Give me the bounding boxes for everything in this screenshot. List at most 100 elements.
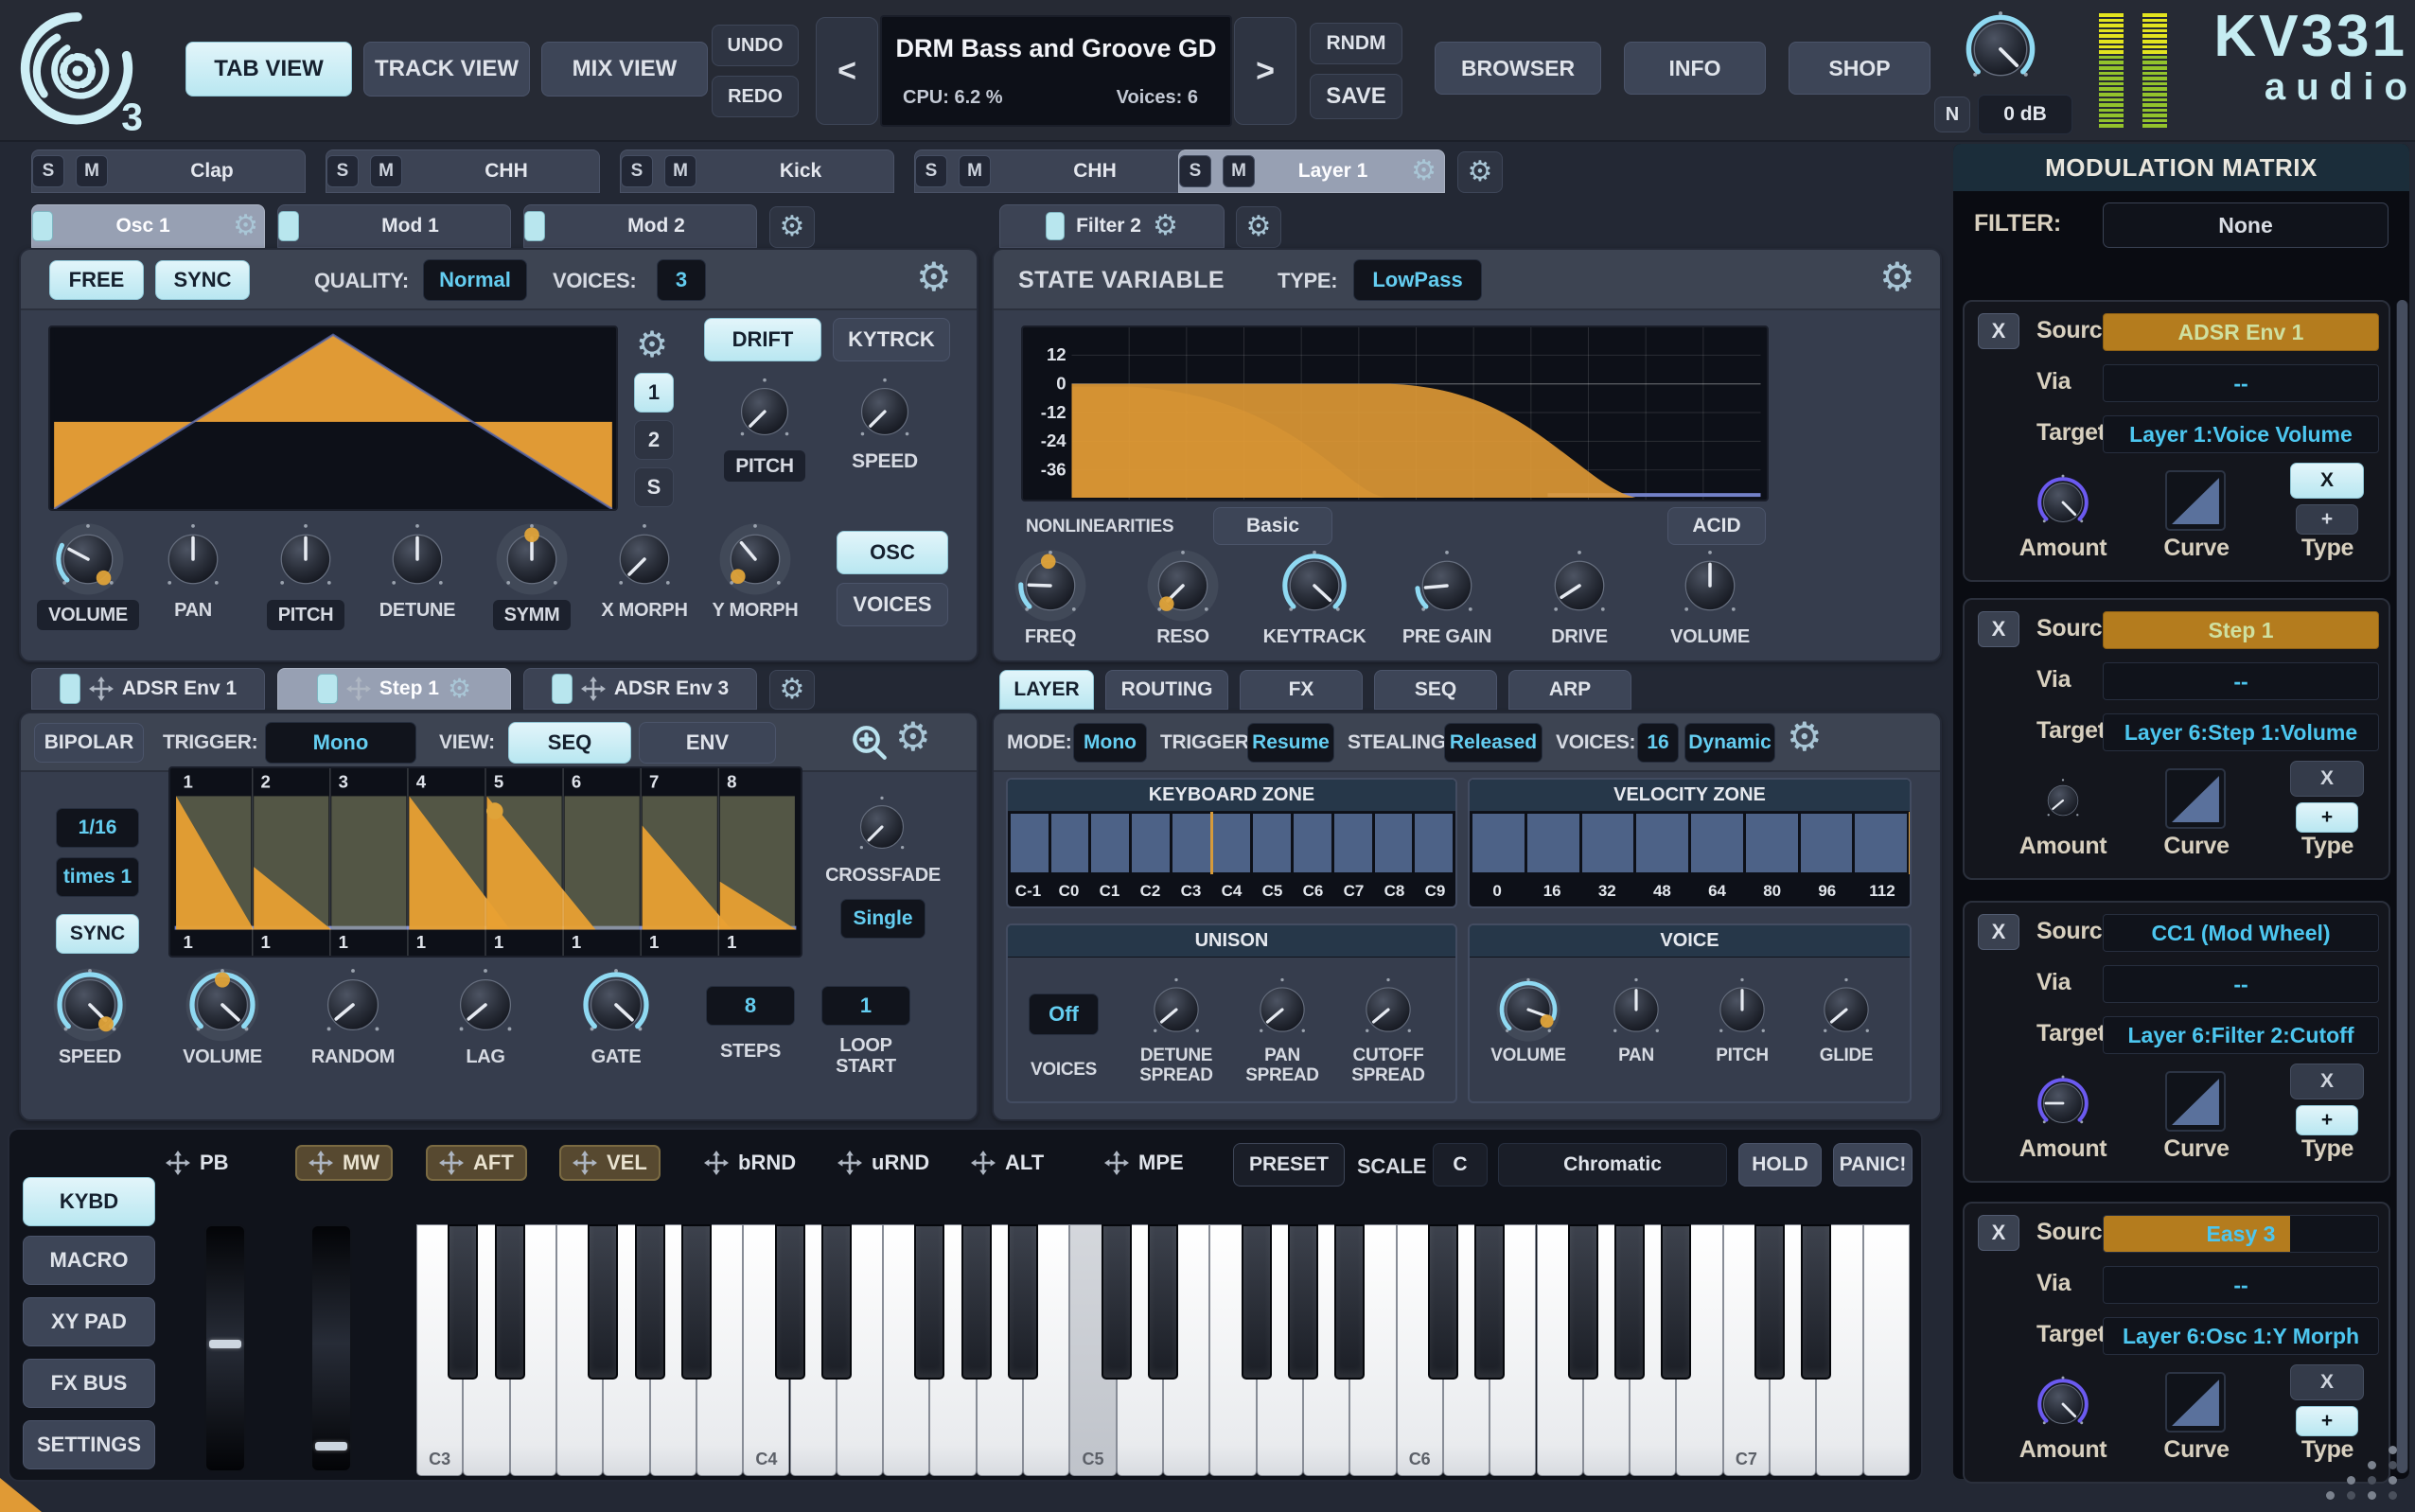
save-button[interactable]: SAVE: [1310, 74, 1402, 119]
zone-column[interactable]: [1011, 814, 1049, 872]
track-tab-chh[interactable]: SMCHH: [326, 149, 600, 193]
zone-column[interactable]: [1253, 814, 1291, 872]
slot-source-value[interactable]: Easy 3: [2103, 1215, 2379, 1253]
piano-key-black[interactable]: [821, 1224, 852, 1380]
layer-tab-arp[interactable]: ARP: [1508, 670, 1631, 710]
osc-sync-button[interactable]: SYNC: [155, 260, 250, 300]
scale-value[interactable]: Chromatic: [1498, 1143, 1727, 1187]
value-knob[interactable]: [1961, 9, 2040, 89]
pitch-knob[interactable]: [1709, 976, 1775, 1043]
waveform-gear-icon[interactable]: ⚙: [636, 327, 668, 363]
pitch-knob[interactable]: [269, 522, 343, 596]
mod-enable-checkbox[interactable]: [552, 674, 573, 704]
zoom-magnifier-icon[interactable]: [850, 723, 890, 763]
zone-velocity-zone[interactable]: VELOCITY ZONE0163248648096112: [1468, 778, 1912, 908]
layer-trigger-value[interactable]: Resume: [1247, 723, 1334, 763]
mod-chip-mw[interactable]: MW: [295, 1145, 393, 1181]
tab-mod-2[interactable]: Mod 2: [523, 204, 757, 248]
mod-tab-adsr-env-3[interactable]: ADSR Env 3: [523, 668, 757, 710]
resize-handle[interactable]: [2326, 1446, 2409, 1506]
piano-key-black[interactable]: [635, 1224, 665, 1380]
zone-column[interactable]: [1172, 814, 1210, 872]
type-x-button[interactable]: X: [2290, 1064, 2364, 1099]
solo-button[interactable]: S: [621, 155, 653, 187]
mod-tab-gear-icon[interactable]: ⚙: [448, 676, 471, 702]
steps-value[interactable]: 8: [706, 986, 795, 1026]
tab-gear-icon[interactable]: ⚙: [233, 212, 258, 240]
layer-settings-gear-button[interactable]: ⚙: [1457, 151, 1503, 193]
matrix-scrollbar[interactable]: [2396, 300, 2408, 1473]
volume-knob[interactable]: [1495, 976, 1561, 1043]
type-plus-button[interactable]: +: [2296, 802, 2358, 833]
speed-knob[interactable]: [850, 377, 920, 447]
osc-view-button[interactable]: OSC: [837, 531, 948, 574]
track-tab-layer-1[interactable]: SMLayer 1⚙: [1178, 149, 1445, 193]
master-db-value[interactable]: 0 dB: [1978, 95, 2072, 134]
mod-wheel[interactable]: [310, 1224, 352, 1472]
gate-knob[interactable]: [578, 967, 654, 1043]
nonlinearities-value-button[interactable]: Basic: [1213, 507, 1332, 545]
mute-button[interactable]: M: [1223, 155, 1255, 187]
piano-key-black[interactable]: [1008, 1224, 1038, 1380]
type-plus-button[interactable]: +: [2296, 504, 2358, 535]
amount-knob[interactable]: [2034, 1074, 2092, 1133]
view-button-track-view[interactable]: TRACK VIEW: [363, 42, 530, 97]
piano-key-black[interactable]: [1102, 1224, 1132, 1380]
mod-chip-urnd[interactable]: uRND: [837, 1151, 929, 1175]
mute-button[interactable]: M: [664, 155, 696, 187]
osc-settings-gear-button[interactable]: ⚙: [769, 206, 815, 248]
randomize-button[interactable]: RNDM: [1310, 23, 1402, 64]
tab-filter-2[interactable]: Filter 2 ⚙: [999, 204, 1225, 248]
pan-knob[interactable]: [1603, 976, 1669, 1043]
osc-free-button[interactable]: FREE: [49, 260, 144, 300]
piano-key-black[interactable]: [588, 1224, 618, 1380]
piano-key-black[interactable]: [1801, 1224, 1831, 1380]
slot-target-value[interactable]: Layer 1:Voice Volume: [2103, 415, 2379, 453]
curve-selector[interactable]: [2165, 470, 2226, 531]
drive-knob[interactable]: [1542, 549, 1616, 623]
piano-keyboard[interactable]: C3C4C5C6C7: [416, 1224, 1910, 1476]
crossfade-knob[interactable]: [850, 795, 914, 859]
piano-key-black[interactable]: [1614, 1224, 1645, 1380]
x-morph-knob[interactable]: [608, 522, 681, 596]
type-x-button[interactable]: X: [2290, 1364, 2364, 1400]
solo-button[interactable]: S: [1179, 155, 1211, 187]
wave-button-2[interactable]: 2: [634, 420, 674, 460]
solo-button[interactable]: S: [32, 155, 64, 187]
piano-key-black[interactable]: [961, 1224, 992, 1380]
track-tab-clap[interactable]: SMClap: [31, 149, 306, 193]
zone-column[interactable]: [1334, 814, 1372, 872]
type-plus-button[interactable]: +: [2296, 1105, 2358, 1135]
zone-column[interactable]: [1294, 814, 1331, 872]
tab-osc-1[interactable]: Osc 1⚙: [31, 204, 265, 248]
filter-settings-gear-button[interactable]: ⚙: [1236, 206, 1281, 248]
piano-key-black[interactable]: [448, 1224, 478, 1380]
solo-button[interactable]: S: [326, 155, 359, 187]
piano-key-black[interactable]: [775, 1224, 805, 1380]
pan-knob[interactable]: [156, 522, 230, 596]
step-display[interactable]: 1234567811111111: [168, 766, 802, 958]
unison-off-value[interactable]: Off: [1029, 993, 1099, 1035]
mod-chip-brnd[interactable]: bRND: [704, 1151, 796, 1175]
preset-prev-button[interactable]: <: [816, 17, 878, 125]
piano-key-black[interactable]: [1148, 1224, 1178, 1380]
pan-spread-knob[interactable]: [1249, 976, 1315, 1043]
seq-sync-button[interactable]: SYNC: [56, 914, 139, 954]
zone-column[interactable]: [1091, 814, 1129, 872]
zone-column[interactable]: [1801, 814, 1853, 872]
slot-remove-button[interactable]: X: [1978, 611, 2019, 647]
redo-button[interactable]: REDO: [712, 76, 799, 117]
slot-remove-button[interactable]: X: [1978, 1215, 2019, 1251]
trigger-value[interactable]: Mono: [265, 722, 416, 764]
freq-knob[interactable]: [1014, 549, 1087, 623]
mod-tab-step-1[interactable]: Step 1⚙: [277, 668, 511, 710]
solo-button[interactable]: S: [915, 155, 947, 187]
piano-key-black[interactable]: [1288, 1224, 1318, 1380]
osc-gear-icon[interactable]: ⚙: [916, 257, 952, 297]
type-plus-button[interactable]: +: [2296, 1406, 2358, 1436]
piano-key-black[interactable]: [1754, 1224, 1785, 1380]
nav-button-shop[interactable]: SHOP: [1789, 42, 1930, 95]
speed-knob[interactable]: [52, 967, 128, 1043]
pre-gain-knob[interactable]: [1410, 549, 1484, 623]
zone-column[interactable]: [1855, 814, 1907, 872]
